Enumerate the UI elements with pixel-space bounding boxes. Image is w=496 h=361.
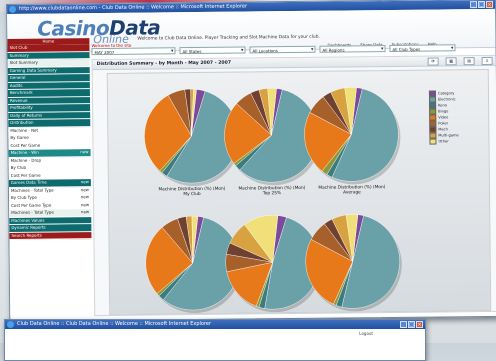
sidebar-item-label: Machines - Total Type [11,209,54,215]
pie-caption: Machine Distribution (%) (Mon) Average [318,185,386,196]
sidebar-item-tag: new [80,179,89,185]
sidebar-item-tag: new [80,149,89,155]
panel-tools: ⟳ ▦ ▤ ⇩ [427,56,493,66]
filter-select[interactable]: All States [179,46,246,55]
filter-select[interactable]: All Locations [249,45,316,54]
sidebar-item-tag: new [80,186,89,192]
maximize-button-2[interactable]: □ [408,321,415,328]
minimize-button-2[interactable]: _ [400,321,407,328]
sidebar-item-label: Machine - Drop [10,157,42,163]
welcome-text: Welcome to Club Data Online. Player Trac… [137,34,320,42]
sidebar-item-label: By Game [10,134,29,140]
logout-link-2[interactable]: Logout [359,331,373,336]
sidebar-item-label: Games Data Time [10,179,47,185]
grid-icon[interactable]: ▤ [463,57,475,66]
chart-area: Category Electronic Keno Bingo Video Poker Mec… [106,68,492,315]
export-icon[interactable]: ⇩ [481,56,493,66]
sidebar-item-label: Slot Summary [9,59,38,65]
legend-swatch [428,96,437,103]
sidebar-item-label: Machines - Total Type [10,187,54,193]
maximize-button[interactable]: □ [477,0,486,9]
sidebar-item-label: By Club [10,164,27,170]
filter-select[interactable]: MAY 2007 [91,47,176,56]
legend-swatch [429,120,437,127]
sidebar-item-label: Machines Values [11,217,45,223]
sidebar-item-tag: new [80,201,90,207]
filter-select[interactable]: All Regions [319,45,386,53]
window-controls-2: _ □ × [400,321,423,328]
browser-window: http://www.clubdataonline.com - Club Dat… [6,0,496,322]
refresh-icon[interactable]: ⟳ [427,57,439,66]
legend-label: Keno [438,103,447,108]
window-title-2: Club Data Online :: Club Data Online :: … [17,321,212,327]
sidebar-item-tag: new [80,209,90,215]
background-browser-window: Club Data Online :: Club Data Online :: … [4,319,426,361]
legend-item: Other [429,138,469,145]
pie-caption: Machine Distribution (%) (Mon) Top 25% [238,185,306,197]
browser-icon-2 [7,321,14,328]
legend-label: Multi-game [438,133,459,138]
panel-header: Distribution Summary - by Month - May 20… [92,55,496,71]
sidebar-item[interactable]: Search Reports [9,231,92,240]
browser-icon [9,5,17,13]
filter-select[interactable]: All Club Types [389,44,456,52]
sidebar-item-tag: new [80,194,90,200]
sidebar-item-label: Machine - Win [10,149,39,155]
sidebar-item-label: Benchmark [9,89,33,95]
sidebar-nav: Slot Club Summary Slot Summary Gaming Data … [7,44,93,315]
sidebar-item-label: Cost Per Game Type [11,202,52,208]
sidebar-item-label: Machine - Net [10,127,39,133]
legend-label: Electronic [438,97,456,102]
legend-swatch [428,90,436,97]
sidebar-item-label: Dynamic Reports [11,224,46,230]
window-controls: _ □ × [469,0,494,9]
sidebar-item-label: Gaming Data Summary [9,66,57,73]
chart-legend: Category Electronic Keno Bingo Video Poker Mec… [428,90,470,145]
legend-swatch [429,102,437,109]
title-bar-2: Club Data Online :: Club Data Online :: … [5,320,425,329]
sidebar-item-label: General [9,74,26,80]
pie-caption: Machine Distribution (%) (Mon) My Club [158,186,226,198]
legend-label: Poker [438,121,449,126]
legend-swatch [429,138,437,145]
sidebar-item-label: Cost Per Game [10,142,41,148]
close-button-2[interactable]: × [416,321,423,328]
window-title: http://www.clubdataonline.com - Club Dat… [19,3,248,12]
legend-label: Category [437,91,455,96]
sidebar-item-label: Profitability [10,104,33,110]
minimize-button[interactable]: _ [469,1,478,9]
sidebar-item-label: Summary [9,52,29,58]
legend-label: Other [438,139,449,144]
sidebar-item-label: Revenue [9,97,28,103]
sidebar-item-label: Search Reports [11,232,42,238]
legend-swatch [429,114,437,121]
legend-label: Bingo [438,109,449,114]
legend-label: Video [438,115,449,120]
sidebar-item-label: By Club Type [10,194,37,200]
sidebar-item-label: Slot Club [9,44,28,50]
sidebar-item-label: Daily of Returns [10,112,43,118]
legend-swatch [429,108,437,115]
sidebar-item-label: Audits [9,82,23,88]
panel-title: Distribution Summary - by Month - May 20… [96,60,232,68]
chart-panel: Distribution Summary - by Month - May 20… [91,54,496,317]
close-button[interactable]: × [485,0,494,8]
legend-swatch [429,132,437,139]
legend-label: Mech [438,127,448,132]
chart-icon[interactable]: ▦ [445,57,457,66]
sidebar-item-label: Distribution [10,119,34,125]
legend-swatch [429,126,437,133]
sidebar-item-label: Cost Per Game [10,172,41,178]
